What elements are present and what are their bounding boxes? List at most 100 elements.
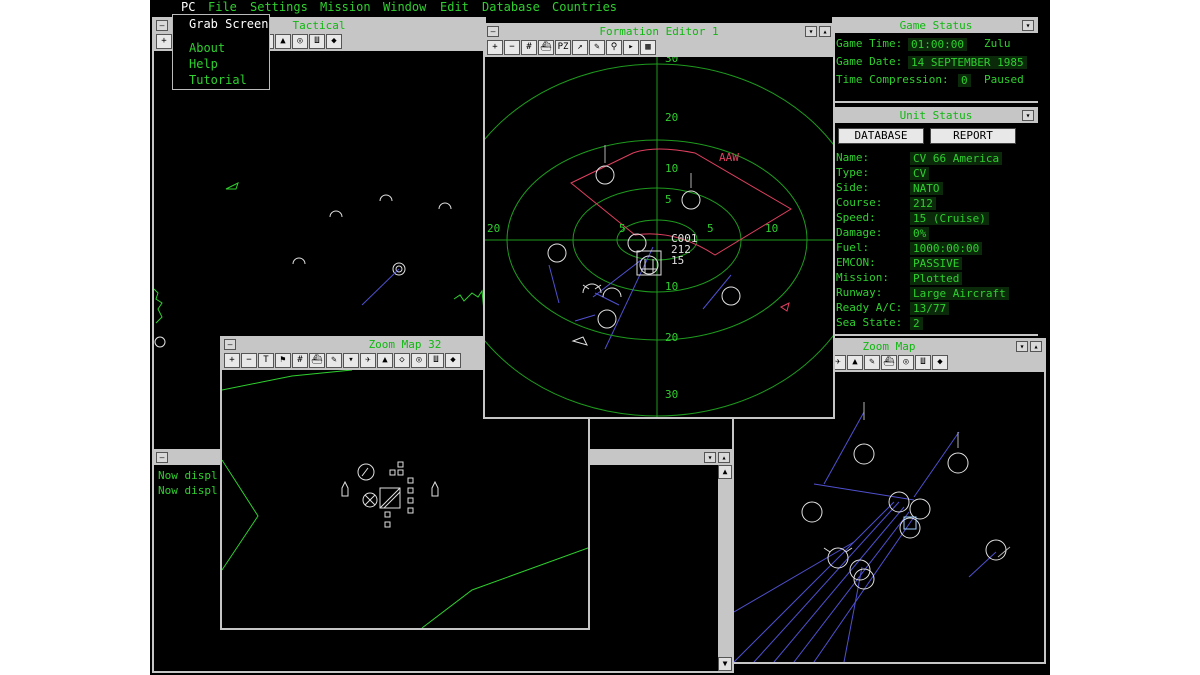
base-icon[interactable]: Ш — [309, 34, 325, 49]
unit-symbol — [899, 517, 921, 539]
land-icon[interactable]: ▲ — [275, 34, 291, 49]
unit-tag: C001 212 15 — [671, 232, 698, 267]
unit-field-label: Type: — [836, 166, 870, 179]
menu-settings[interactable]: Settings — [250, 0, 308, 14]
menu-bar: PC File Settings Mission Window Edit Dat… — [150, 0, 1050, 14]
edit-icon[interactable]: ✎ — [326, 353, 342, 368]
minimize-button[interactable]: ▾ — [704, 452, 716, 463]
maximize-button[interactable]: ▴ — [718, 452, 730, 463]
heading-vector — [361, 268, 400, 306]
land-icon[interactable]: ▲ — [377, 353, 393, 368]
zoom-in-icon[interactable]: + — [156, 34, 172, 49]
unit-field-label: EMCON: — [836, 256, 876, 269]
unit-symbol — [985, 539, 1007, 561]
sub-icon[interactable]: ▾ — [343, 353, 359, 368]
scroll-down-arrow-icon[interactable]: ▼ — [718, 657, 732, 671]
grid-icon[interactable]: # — [292, 353, 308, 368]
range-rings — [485, 57, 833, 417]
unit-symbol — [407, 507, 414, 514]
game-screen: PC File Settings Mission Window Edit Dat… — [150, 0, 1050, 675]
maximize-button[interactable]: ▴ — [819, 26, 831, 37]
unit-field-label: Mission: — [836, 271, 889, 284]
selected-unit-marker — [379, 487, 401, 509]
ship-icon[interactable]: ⛴ — [881, 355, 897, 370]
range-label: 10 — [665, 280, 678, 293]
contact-stems — [863, 402, 1011, 558]
ship-icon[interactable]: ⛴ — [538, 40, 554, 55]
report-button[interactable]: REPORT — [930, 128, 1016, 144]
game-time-value: 01:00:00 — [908, 38, 967, 51]
minimize-button[interactable]: ▾ — [1022, 20, 1034, 31]
ship-icon[interactable]: ⛴ — [309, 353, 325, 368]
unit-symbol — [329, 210, 343, 218]
game-status-titlebar: Game Status ▾ — [834, 19, 1038, 33]
radar-icon[interactable]: ◎ — [898, 355, 914, 370]
game-time-label: Game Time: — [836, 37, 903, 50]
pin-icon[interactable]: T — [258, 353, 274, 368]
game-status-window: Game Status ▾ Game Time: 01:00:00 Zulu G… — [832, 17, 1038, 103]
link-icon[interactable]: ⚲ — [606, 40, 622, 55]
unit-symbol — [909, 498, 931, 520]
base-icon[interactable]: Ш — [915, 355, 931, 370]
formation-editor-titlebar: – Formation Editor 1 ▾ ▴ — [485, 25, 833, 39]
unit-field-value: 212 — [910, 197, 936, 210]
minimize-button[interactable]: ▾ — [805, 26, 817, 37]
log-line: Now displ — [158, 484, 218, 497]
menu-pc[interactable]: PC — [181, 0, 195, 14]
radar-icon[interactable]: ◎ — [292, 34, 308, 49]
menu-countries[interactable]: Countries — [552, 0, 617, 14]
coastline — [154, 288, 484, 344]
menu-edit[interactable]: Edit — [440, 0, 469, 14]
menu-item-help[interactable]: Help — [189, 57, 218, 72]
menu-item-about[interactable]: About — [189, 41, 225, 56]
center-icon[interactable]: ◆ — [932, 355, 948, 370]
cpu-icon[interactable]: ▦ — [640, 40, 656, 55]
menu-window[interactable]: Window — [383, 0, 426, 14]
message-log-system-menu-button[interactable]: – — [156, 452, 168, 463]
menu-item-tutorial[interactable]: Tutorial — [189, 73, 247, 88]
message-log-scrollbar[interactable]: ▲ ▼ — [718, 465, 732, 671]
edit-icon[interactable]: ✎ — [864, 355, 880, 370]
menu-mission[interactable]: Mission — [320, 0, 371, 14]
unit-field-value: CV 66 America — [910, 152, 1003, 165]
center-icon[interactable]: ◆ — [326, 34, 342, 49]
unit-field-value: NATO — [910, 182, 943, 195]
menu-item-grab-screen[interactable]: Grab Screen — [189, 17, 268, 32]
radar-icon[interactable]: ◎ — [411, 353, 427, 368]
menu-database[interactable]: Database — [482, 0, 540, 14]
menu-file[interactable]: File — [208, 0, 237, 14]
unit-field-label: Ready A/C: — [836, 301, 903, 314]
unit-field-value: 13/77 — [910, 302, 950, 315]
zoom-in-icon[interactable]: + — [224, 353, 240, 368]
pz-icon[interactable]: PZ — [555, 40, 571, 55]
range-label: 10 — [665, 162, 678, 175]
land-icon[interactable]: ▲ — [847, 355, 863, 370]
zoom-in-icon[interactable]: + — [487, 40, 503, 55]
grid-icon[interactable]: # — [521, 40, 537, 55]
range-label: 30 — [665, 388, 678, 401]
unit-symbol — [384, 511, 391, 518]
scroll-up-arrow-icon[interactable]: ▲ — [718, 465, 732, 479]
satellite-icon[interactable]: ◇ — [394, 353, 410, 368]
maximize-button[interactable]: ▴ — [1030, 341, 1042, 352]
aircraft-icon[interactable]: ✈ — [360, 353, 376, 368]
waypoint-icon[interactable]: ▸ — [623, 40, 639, 55]
unit-field-value: 1000:00:00 — [910, 242, 983, 255]
center-icon[interactable]: ◆ — [445, 353, 461, 368]
unit-symbol — [407, 477, 414, 484]
zoom-out-icon[interactable]: − — [504, 40, 520, 55]
minimize-button[interactable]: ▾ — [1022, 110, 1034, 121]
database-button[interactable]: DATABASE — [838, 128, 924, 144]
zoom-out-icon[interactable]: − — [241, 353, 257, 368]
base-icon[interactable]: Ш — [428, 353, 444, 368]
unit-symbol — [397, 469, 404, 476]
edit-icon[interactable]: ✎ — [589, 40, 605, 55]
flag-icon[interactable]: ⚑ — [275, 353, 291, 368]
vector-icon[interactable]: ↗ — [572, 40, 588, 55]
unit-field-value: PASSIVE — [910, 257, 963, 270]
aaw-sector-label: AAW — [719, 151, 739, 164]
unit-field-value: Large Aircraft — [910, 287, 1009, 300]
minimize-button[interactable]: ▾ — [1016, 341, 1028, 352]
game-status-title: Game Status — [899, 19, 973, 32]
formation-editor-plot[interactable]: 30 20 10 5 10 20 30 20 5 5 10 AAW C001 2… — [485, 57, 833, 417]
